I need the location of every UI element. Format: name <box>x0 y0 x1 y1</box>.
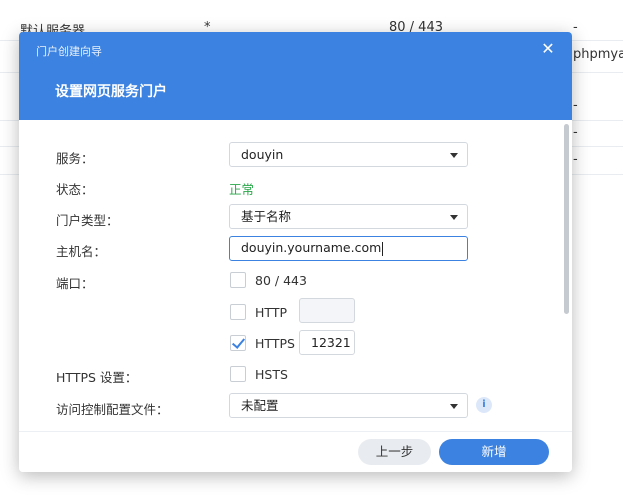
bg-cell-extra: - <box>573 98 578 113</box>
portal-wizard-dialog: 门户创建向导 ✕ 设置网页服务门户 服务： douyin 状态： 正常 门户类型… <box>19 32 572 472</box>
access-profile-label: 访问控制配置文件： <box>56 402 169 417</box>
hostname-label: 主机名： <box>56 244 107 259</box>
bg-cell-extra: - <box>573 152 578 167</box>
chevron-down-icon <box>450 404 458 409</box>
port-default-label: 80 / 443 <box>255 273 307 288</box>
bg-cell-extra: phpmya <box>573 47 623 62</box>
http-port-input[interactable] <box>299 298 355 323</box>
dialog-header: 门户创建向导 ✕ 设置网页服务门户 <box>19 32 572 120</box>
port-http-label: HTTP <box>255 305 287 320</box>
portal-type-select-value: 基于名称 <box>241 209 292 224</box>
hsts-checkbox[interactable] <box>230 366 246 382</box>
portal-type-select[interactable]: 基于名称 <box>229 204 468 229</box>
service-label: 服务： <box>56 151 94 166</box>
port-default-checkbox[interactable] <box>230 272 246 288</box>
service-select-value: douyin <box>241 147 284 162</box>
hostname-input-value: douyin.yourname.com <box>241 240 382 255</box>
hostname-input[interactable]: douyin.yourname.com <box>229 236 468 261</box>
previous-button[interactable]: 上一步 <box>358 439 431 465</box>
access-profile-select-value: 未配置 <box>241 398 279 413</box>
close-icon[interactable]: ✕ <box>538 39 558 59</box>
chevron-down-icon <box>450 153 458 158</box>
bg-cell-extra: - <box>573 20 578 35</box>
dialog-footer: 上一步 新增 <box>19 431 572 472</box>
status-value: 正常 <box>229 182 255 197</box>
text-cursor <box>382 241 384 256</box>
port-https-label: HTTPS <box>255 336 295 351</box>
dialog-heading: 设置网页服务门户 <box>55 84 167 100</box>
https-settings-label: HTTPS 设置： <box>56 370 138 385</box>
dialog-body: 服务： douyin 状态： 正常 门户类型： 基于名称 主机名： douyin… <box>19 120 572 431</box>
status-label: 状态： <box>56 182 94 197</box>
info-icon[interactable]: i <box>476 397 492 413</box>
https-port-input[interactable]: 12321 <box>299 330 355 355</box>
port-http-checkbox[interactable] <box>230 304 246 320</box>
hsts-label: HSTS <box>255 367 288 382</box>
portal-type-label: 门户类型： <box>56 213 119 228</box>
dialog-title: 门户创建向导 <box>36 45 102 58</box>
access-profile-select[interactable]: 未配置 <box>229 393 468 418</box>
service-select[interactable]: douyin <box>229 142 468 167</box>
dialog-scrollbar[interactable] <box>564 124 569 314</box>
bg-cell-extra: - <box>573 125 578 140</box>
port-https-checkbox[interactable] <box>230 335 246 351</box>
add-button[interactable]: 新增 <box>439 439 549 465</box>
chevron-down-icon <box>450 215 458 220</box>
port-label: 端口： <box>56 276 94 291</box>
